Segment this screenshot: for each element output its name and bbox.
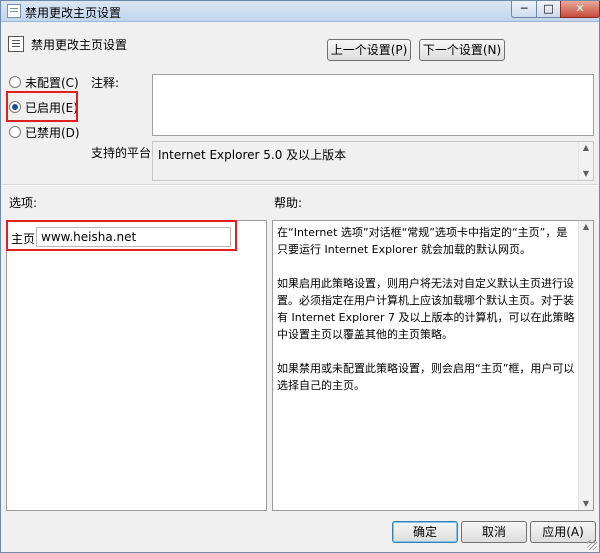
scroll-up-icon[interactable]: ▲ <box>579 142 593 154</box>
policy-dialog: 禁用更改主页设置 ─ □ ✕ 禁用更改主页设置 上一个设置(P) 下一个设置(N… <box>0 0 600 553</box>
scroll-down-icon[interactable]: ▼ <box>579 168 593 180</box>
cancel-button[interactable]: 取消 <box>461 521 527 543</box>
platform-box: Internet Explorer 5.0 及以上版本 ▲ ▼ <box>152 141 594 181</box>
options-pane <box>6 220 267 511</box>
title-bar[interactable]: 禁用更改主页设置 ─ □ ✕ <box>1 1 600 22</box>
help-scrollbar[interactable]: ▲ ▼ <box>578 221 593 510</box>
help-label: 帮助: <box>274 196 303 210</box>
radio-label[interactable]: 未配置(C) <box>25 74 79 91</box>
close-button[interactable]: ✕ <box>560 1 600 18</box>
comment-label: 注释: <box>91 76 120 90</box>
options-label: 选项: <box>9 196 38 210</box>
policy-setting-icon <box>8 36 24 52</box>
help-paragraph: 如果禁用或未配置此策略设置，则会启用“主页”框，用户可以选择自己的主页。 <box>277 362 575 392</box>
maximize-button[interactable]: □ <box>536 1 561 18</box>
resize-grip-icon[interactable] <box>587 540 597 550</box>
scroll-up-icon[interactable]: ▲ <box>579 221 593 233</box>
window-title: 禁用更改主页设置 <box>25 6 122 20</box>
platform-label: 支持的平台: <box>91 146 156 160</box>
platform-scrollbar[interactable]: ▲ ▼ <box>578 142 593 180</box>
ok-button[interactable]: 确定 <box>392 521 458 543</box>
minimize-button[interactable]: ─ <box>511 1 537 18</box>
help-pane: 在“Internet 选项”对话框“常规”选项卡中指定的“主页”，是只要运行 I… <box>272 220 594 511</box>
radio-label[interactable]: 已禁用(D) <box>25 124 80 141</box>
help-paragraph: 如果启用此策略设置，则用户将无法对自定义默认主页进行设置。必须指定在用户计算机上… <box>277 277 575 341</box>
radio-circle[interactable] <box>9 126 21 138</box>
help-paragraph: 在“Internet 选项”对话框“常规”选项卡中指定的“主页”，是只要运行 I… <box>277 226 568 256</box>
next-setting-button[interactable]: 下一个设置(N) <box>419 39 505 61</box>
scroll-down-icon[interactable]: ▼ <box>579 498 593 510</box>
radio-circle[interactable] <box>9 76 21 88</box>
highlight-box-homepage <box>6 220 237 251</box>
setting-title: 禁用更改主页设置 <box>31 38 128 52</box>
policy-setting-icon <box>7 4 21 18</box>
help-text: 在“Internet 选项”对话框“常规”选项卡中指定的“主页”，是只要运行 I… <box>277 224 575 411</box>
previous-setting-button[interactable]: 上一个设置(P) <box>327 39 411 61</box>
platform-value: Internet Explorer 5.0 及以上版本 <box>158 148 347 162</box>
comment-textarea[interactable] <box>152 74 594 136</box>
section-divider <box>1 184 599 186</box>
highlight-box-enabled <box>6 91 78 122</box>
